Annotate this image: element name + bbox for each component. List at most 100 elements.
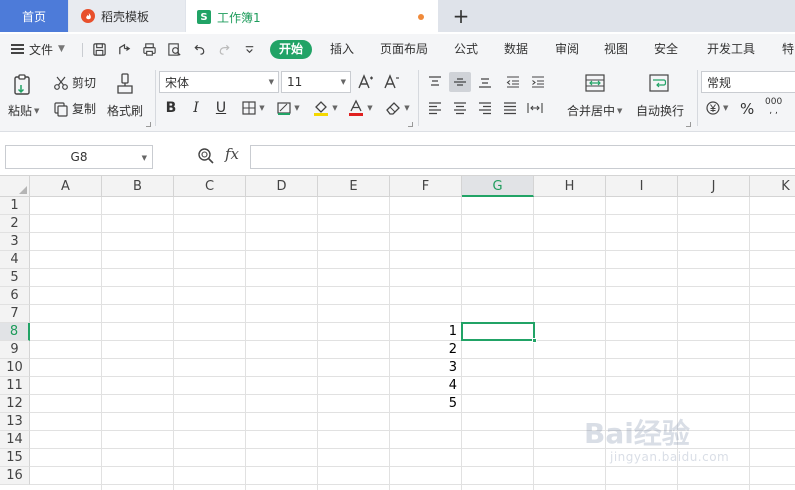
fill-color-button[interactable]: ▼: [310, 98, 340, 118]
column-header-d[interactable]: D: [246, 176, 318, 197]
export-icon[interactable]: [116, 41, 133, 58]
row-header-5[interactable]: 5: [0, 269, 30, 287]
row-header-3[interactable]: 3: [0, 233, 30, 251]
column-header-j[interactable]: J: [678, 176, 750, 197]
clipboard-group-expand-icon[interactable]: [146, 122, 151, 127]
new-tab-plus-icon[interactable]: +: [451, 5, 471, 27]
zoom-search-icon[interactable]: [197, 147, 217, 167]
row-header-9[interactable]: 9: [0, 341, 30, 359]
print-preview-icon[interactable]: [166, 41, 183, 58]
increase-indent-button[interactable]: [527, 72, 549, 92]
paste-button[interactable]: 粘贴 ▼: [8, 102, 39, 119]
font-size-select[interactable]: 11 ▼: [281, 71, 351, 93]
align-bottom-button[interactable]: [474, 72, 496, 92]
menu-view[interactable]: 视图: [604, 40, 628, 59]
alignment-group-expand-icon[interactable]: [686, 122, 691, 127]
menu-review[interactable]: 审阅: [555, 40, 579, 59]
tab-workbook[interactable]: S 工作簿1: [186, 0, 438, 34]
row-header-6[interactable]: 6: [0, 287, 30, 305]
menu-special[interactable]: 特: [782, 40, 794, 59]
align-top-button[interactable]: [424, 72, 446, 92]
row-header-4[interactable]: 4: [0, 251, 30, 269]
column-header-k[interactable]: K: [750, 176, 795, 197]
row-header-8[interactable]: 8: [0, 323, 30, 341]
clear-format-button[interactable]: ▼: [382, 98, 412, 118]
font-color-button[interactable]: ▼: [345, 98, 375, 118]
column-header-h[interactable]: H: [534, 176, 606, 197]
menu-formulas[interactable]: 公式: [454, 40, 478, 59]
row-header-7[interactable]: 7: [0, 305, 30, 323]
cell-fill-pattern-button[interactable]: ▼: [273, 98, 303, 118]
justify-button[interactable]: [499, 98, 521, 118]
align-left-button[interactable]: [424, 98, 446, 118]
thousands-separator-button[interactable]: 000 , ,: [765, 98, 782, 116]
active-cell-selection[interactable]: [461, 322, 537, 343]
font-group-expand-icon[interactable]: [408, 122, 413, 127]
menu-insert[interactable]: 插入: [330, 40, 354, 59]
menu-security[interactable]: 安全: [654, 40, 678, 59]
column-header-i[interactable]: I: [606, 176, 678, 197]
column-header-b[interactable]: B: [102, 176, 174, 197]
decrease-font-size-icon[interactable]: [382, 72, 402, 92]
number-format-select[interactable]: 常规: [701, 71, 795, 93]
menu-page-layout[interactable]: 页面布局: [380, 40, 428, 59]
row-header-2[interactable]: 2: [0, 215, 30, 233]
column-header-f[interactable]: F: [390, 176, 462, 197]
formula-input[interactable]: [250, 145, 795, 169]
cell-f8[interactable]: 1: [390, 323, 460, 341]
cell-f9[interactable]: 2: [390, 341, 460, 359]
tab-templates[interactable]: 稻壳模板: [69, 0, 185, 32]
bold-button[interactable]: B: [161, 98, 181, 118]
redo-icon[interactable]: [216, 41, 233, 58]
cell-f12[interactable]: 5: [390, 395, 460, 413]
quick-access-dropdown-icon[interactable]: [241, 41, 258, 58]
align-middle-button[interactable]: [449, 72, 471, 92]
percent-button[interactable]: %: [740, 100, 754, 118]
column-header-g[interactable]: G: [462, 176, 534, 197]
menu-developer[interactable]: 开发工具: [707, 40, 755, 59]
print-icon[interactable]: [141, 41, 158, 58]
select-all-corner[interactable]: [0, 176, 30, 197]
align-center-button[interactable]: [449, 98, 471, 118]
column-header-e[interactable]: E: [318, 176, 390, 197]
menu-home[interactable]: 开始: [270, 40, 313, 59]
fill-handle[interactable]: [532, 338, 537, 343]
italic-button[interactable]: I: [186, 98, 206, 118]
merge-center-icon[interactable]: [584, 72, 606, 94]
row-header-15[interactable]: 15: [0, 449, 30, 467]
column-header-c[interactable]: C: [174, 176, 246, 197]
format-painter-button[interactable]: 格式刷: [107, 102, 143, 119]
menu-data[interactable]: 数据: [504, 40, 528, 59]
align-right-button[interactable]: [474, 98, 496, 118]
distributed-align-button[interactable]: [524, 98, 546, 118]
column-header-a[interactable]: A: [30, 176, 102, 197]
merge-center-button[interactable]: 合并居中 ▼: [567, 102, 622, 119]
insert-function-button[interactable]: fx: [225, 145, 239, 163]
cell-f11[interactable]: 4: [390, 377, 460, 395]
row-header-14[interactable]: 14: [0, 431, 30, 449]
format-painter-icon[interactable]: [114, 72, 136, 96]
row-header-11[interactable]: 11: [0, 377, 30, 395]
row-header-13[interactable]: 13: [0, 413, 30, 431]
file-menu-button[interactable]: 文件 ▼: [11, 40, 65, 58]
borders-button[interactable]: ▼: [238, 98, 268, 118]
currency-button[interactable]: ▼: [705, 100, 728, 116]
decrease-indent-button[interactable]: [502, 72, 524, 92]
wrap-text-icon[interactable]: [648, 72, 670, 94]
tab-home[interactable]: 首页: [0, 0, 68, 32]
copy-button[interactable]: 复制: [53, 100, 96, 117]
row-header-12[interactable]: 12: [0, 395, 30, 413]
save-icon[interactable]: [91, 41, 108, 58]
row-header-1[interactable]: 1: [0, 197, 30, 215]
wrap-text-button[interactable]: 自动换行: [636, 102, 684, 119]
paste-icon[interactable]: [12, 72, 36, 98]
cell-f10[interactable]: 3: [390, 359, 460, 377]
name-box[interactable]: G8 ▼: [5, 145, 153, 169]
row-header-16[interactable]: 16: [0, 467, 30, 485]
font-name-select[interactable]: 宋体 ▼: [159, 71, 279, 93]
cut-button[interactable]: 剪切: [53, 74, 96, 91]
underline-button[interactable]: U: [211, 98, 231, 118]
increase-font-size-icon[interactable]: [356, 72, 376, 92]
undo-icon[interactable]: [191, 41, 208, 58]
row-header-10[interactable]: 10: [0, 359, 30, 377]
